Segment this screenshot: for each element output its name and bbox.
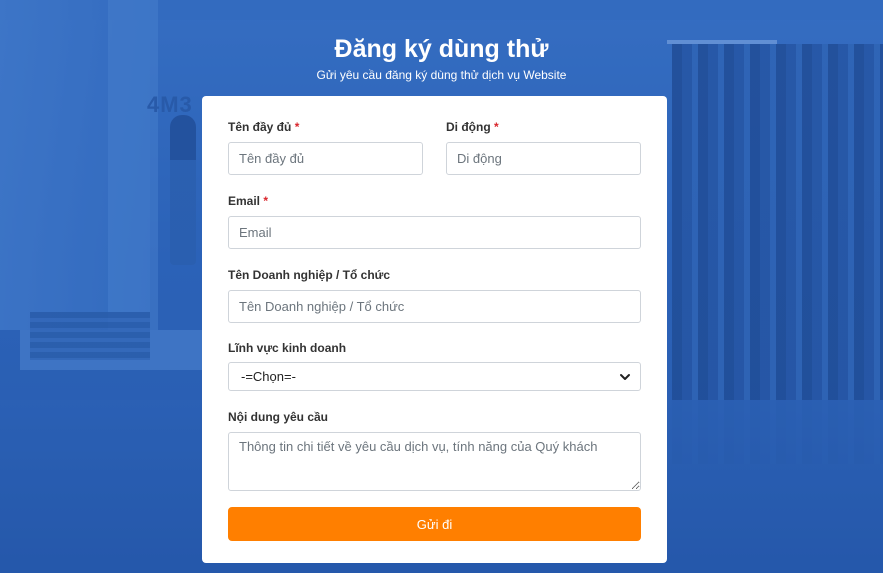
full-name-label-text: Tên đầy đủ — [228, 120, 292, 134]
company-field: Tên Doanh nghiệp / Tổ chức — [228, 268, 641, 323]
email-input[interactable] — [228, 216, 641, 249]
business-field-label: Lĩnh vực kinh doanh — [228, 341, 347, 355]
required-mark: * — [263, 194, 269, 208]
trial-registration-form: Tên đầy đủ * Di động * Email * Tên Doanh… — [202, 96, 667, 563]
business-field-field: Lĩnh vực kinh doanh -=Chọn=- — [228, 341, 641, 391]
company-input[interactable] — [228, 290, 641, 323]
request-label: Nội dung yêu cầu — [228, 410, 329, 424]
email-field: Email * — [228, 194, 641, 249]
request-field: Nội dung yêu cầu — [228, 410, 641, 491]
business-field-select[interactable]: -=Chọn=- — [228, 362, 641, 391]
required-mark: * — [494, 120, 499, 134]
full-name-label: Tên đầy đủ * — [228, 120, 423, 134]
mobile-label-text: Di động — [446, 120, 491, 134]
full-name-field: Tên đầy đủ * — [228, 120, 423, 175]
company-label: Tên Doanh nghiệp / Tổ chức — [228, 268, 391, 282]
full-name-input[interactable] — [228, 142, 423, 175]
mobile-input[interactable] — [446, 142, 641, 175]
email-label-text: Email — [228, 194, 261, 208]
page-title: Đăng ký dùng thử — [334, 35, 549, 63]
submit-button[interactable]: Gửi đi — [228, 507, 641, 541]
page-header: Đăng ký dùng thử Gửi yêu cầu đăng ký dùn… — [0, 34, 883, 83]
mobile-label: Di động * — [446, 120, 641, 134]
mobile-field: Di động * — [446, 120, 641, 175]
email-label: Email * — [228, 194, 641, 208]
page-subtitle: Gửi yêu cầu đăng ký dùng thử dịch vụ Web… — [316, 68, 567, 82]
business-field-selected: -=Chọn=- — [241, 369, 296, 384]
chevron-down-icon — [620, 373, 630, 380]
required-mark: * — [294, 120, 300, 134]
request-textarea[interactable] — [228, 432, 641, 491]
